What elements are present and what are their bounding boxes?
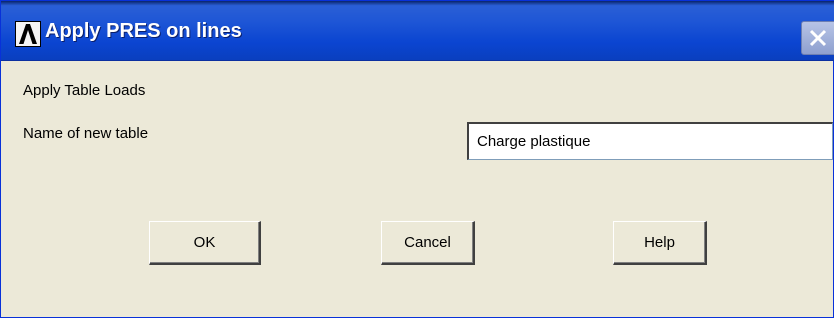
title-bar[interactable]: Apply PRES on lines xyxy=(1,1,834,61)
section-heading: Apply Table Loads xyxy=(23,82,146,99)
apply-pres-dialog: Apply PRES on lines Apply Table Loads Na… xyxy=(0,0,834,318)
cancel-button[interactable]: Cancel xyxy=(381,221,475,265)
window-title: Apply PRES on lines xyxy=(45,20,242,42)
ok-button[interactable]: OK xyxy=(149,221,261,265)
close-icon xyxy=(809,29,827,47)
help-button[interactable]: Help xyxy=(613,221,707,265)
ansys-lambda-icon xyxy=(15,21,41,47)
close-button[interactable] xyxy=(801,21,834,55)
table-name-input[interactable] xyxy=(467,122,833,160)
name-label: Name of new table xyxy=(23,125,149,142)
